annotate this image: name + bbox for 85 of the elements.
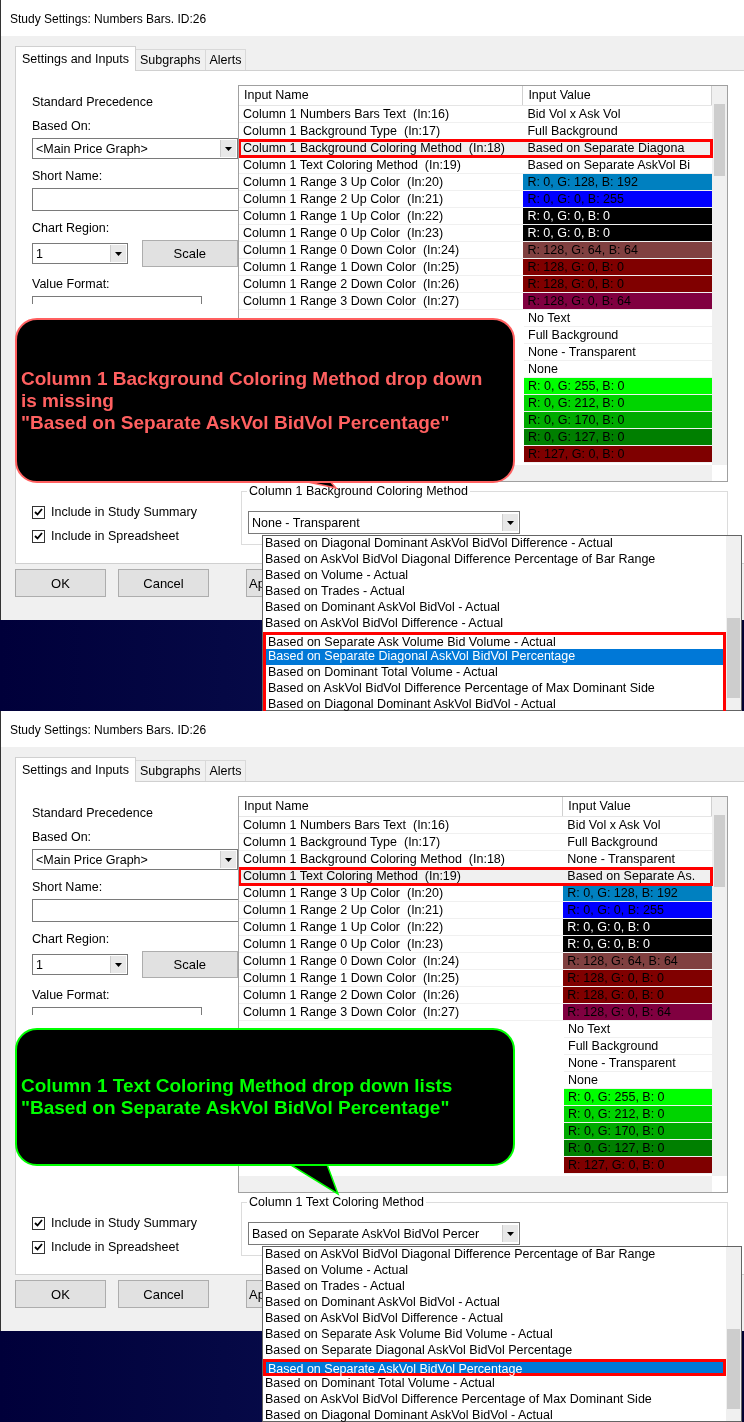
table-cell-text: Column 1 Background Type (In:17): [242, 123, 442, 139]
table-cell: R: 0, G: 255, B: 0: [564, 1089, 712, 1105]
table-cell-text: No Text: [567, 1021, 612, 1037]
table-cell-text: None: [527, 361, 559, 377]
table-cell-text: None: [567, 1072, 599, 1088]
table-cell: R: 0, G: 127, B: 0: [564, 1140, 712, 1156]
field-label: Chart Region:: [32, 221, 111, 235]
field-label: Based On:: [32, 830, 93, 844]
table-cell-text: Column 1 Range 0 Up Color (In:23): [242, 225, 445, 241]
table-cell: R: 0, G: 212, B: 0: [564, 1106, 712, 1122]
table-cell: R: 0, G: 170, B: 0: [524, 412, 712, 428]
table-cell: R: 128, G: 0, B: 64: [563, 1004, 712, 1020]
group-label: Column 1 Background Coloring Method: [247, 484, 470, 498]
table-cell-text: Column 1 Range 2 Up Color (In:21): [242, 902, 445, 918]
table-cell-text: Column 1 Range 2 Down Color (In:26): [242, 987, 461, 1003]
table-cell: R: 0, G: 127, B: 0: [524, 429, 712, 445]
table-cell-text: Column 1 Range 0 Down Color (In:24): [242, 242, 461, 258]
table-cell-text: Bid Vol x Ask Vol: [526, 106, 622, 122]
table-cell: R: 0, G: 0, B: 255: [523, 191, 712, 207]
table-cell-text: Column 1 Range 0 Down Color (In:24): [242, 953, 461, 969]
table-cell-text: Full Background: [527, 327, 620, 343]
window-title: Study Settings: Numbers Bars. ID:26: [1, 711, 744, 747]
table-cell-text: Column 1 Background Coloring Method (In:18): [242, 140, 506, 156]
table-cell: R: 128, G: 0, B: 0: [523, 259, 712, 275]
table-cell: R: 128, G: 0, B: 0: [563, 987, 712, 1003]
table-cell-text: None - Transparent: [567, 1055, 677, 1071]
table-cell: R: 0, G: 0, B: 255: [563, 902, 712, 918]
table-cell-text: No Text: [527, 310, 572, 326]
table-cell-text: Column 1 Range 0 Up Color (In:23): [242, 936, 445, 952]
checkbox-label: Include in Study Summary: [51, 505, 197, 519]
table-cell-text: Full Background: [526, 123, 619, 139]
table-cell: R: 0, G: 212, B: 0: [524, 395, 712, 411]
table-cell: R: 128, G: 0, B: 0: [563, 970, 712, 986]
table-cell: R: 127, G: 0, B: 0: [524, 446, 712, 462]
window-title: Study Settings: Numbers Bars. ID:26: [1, 0, 744, 36]
table-cell-text: Based on Separate AskVol Bi: [526, 157, 691, 173]
section-label: Standard Precedence: [32, 95, 154, 109]
table-cell-text: Column 1 Range 3 Down Color (In:27): [242, 1004, 461, 1020]
table-cell-text: Full Background: [566, 834, 659, 850]
field-label: Value Format:: [32, 988, 111, 1002]
table-cell: R: 0, G: 255, B: 0: [524, 378, 712, 394]
field-label: Short Name:: [32, 169, 104, 183]
table-cell-text: None - Transparent: [566, 851, 676, 867]
table-cell-text: Full Background: [567, 1038, 660, 1054]
callout-text: Column 1 Background Coloring Method drop down is missing "Based on Separate AskVol BidVol Percentage": [21, 367, 483, 434]
table-cell: R: 128, G: 64, B: 64: [523, 242, 712, 258]
table-cell-text: None - Transparent: [527, 344, 637, 360]
table-cell: R: 0, G: 0, B: 0: [563, 919, 712, 935]
table-cell-text: Column 1 Range 1 Down Color (In:25): [242, 970, 461, 986]
table-cell-text: Based on Separate As.: [566, 868, 697, 884]
table-cell: R: 127, G: 0, B: 0: [564, 1157, 712, 1173]
table-cell: R: 0, G: 128, B: 192: [523, 174, 712, 190]
table-cell-text: Column 1 Range 1 Up Color (In:22): [242, 208, 445, 224]
table-cell-text: Column 1 Range 1 Up Color (In:22): [242, 919, 445, 935]
table-cell: R: 0, G: 0, B: 0: [563, 936, 712, 952]
checkbox-label: Include in Study Summary: [51, 1216, 197, 1230]
table-cell-text: Column 1 Range 3 Up Color (In:20): [242, 174, 445, 190]
table-cell: R: 0, G: 0, B: 0: [523, 225, 712, 241]
table-cell: R: 128, G: 64, B: 64: [563, 953, 712, 969]
field-label: Based On:: [32, 119, 93, 133]
table-cell-text: Column 1 Text Coloring Method (In:19): [242, 157, 462, 173]
table-cell: R: 128, G: 0, B: 64: [523, 293, 712, 309]
table-cell: R: 128, G: 0, B: 0: [523, 276, 712, 292]
table-cell-text: Column 1 Numbers Bars Text (In:16): [242, 106, 451, 122]
table-cell-text: Column 1 Range 1 Down Color (In:25): [242, 259, 461, 275]
table-cell-text: Column 1 Background Type (In:17): [242, 834, 442, 850]
table-cell-text: Column 1 Range 3 Down Color (In:27): [242, 293, 461, 309]
section-label: Standard Precedence: [32, 806, 154, 820]
table-cell-text: Column 1 Numbers Bars Text (In:16): [242, 817, 451, 833]
checkbox-label: Include in Spreadsheet: [51, 529, 179, 543]
field-label: Value Format:: [32, 277, 111, 291]
table-cell-text: Based on Separate Diagona: [526, 140, 686, 156]
table-cell: R: 0, G: 0, B: 0: [523, 208, 712, 224]
table-cell: R: 0, G: 170, B: 0: [564, 1123, 712, 1139]
table-cell-text: Column 1 Range 3 Up Color (In:20): [242, 885, 445, 901]
table-cell-text: Column 1 Range 2 Up Color (In:21): [242, 191, 445, 207]
callout-text: Column 1 Text Coloring Method drop down lists "Based on Separate AskVol BidVol Percentage": [21, 1075, 453, 1119]
table-cell-text: Column 1 Range 2 Down Color (In:26): [242, 276, 461, 292]
table-cell-text: Column 1 Text Coloring Method (In:19): [242, 868, 462, 884]
table-cell-text: Column 1 Background Coloring Method (In:18): [242, 851, 506, 867]
checkbox-label: Include in Spreadsheet: [51, 1240, 179, 1254]
field-label: Short Name:: [32, 880, 104, 894]
field-label: Chart Region:: [32, 932, 111, 946]
group-label: Column 1 Text Coloring Method: [247, 1195, 426, 1209]
table-cell-text: Bid Vol x Ask Vol: [566, 817, 662, 833]
